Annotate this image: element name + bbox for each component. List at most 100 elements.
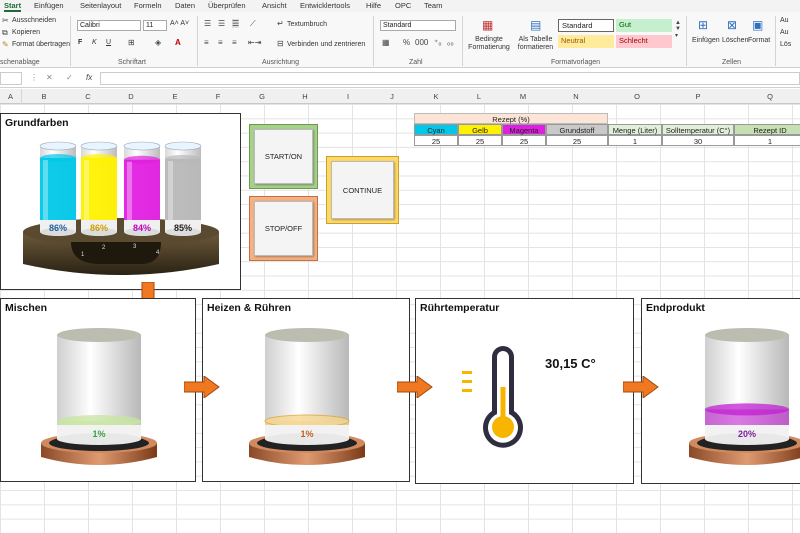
format-painter-button[interactable]: Format übertragen — [12, 41, 70, 48]
copy-button[interactable]: Kopieren — [12, 29, 40, 36]
name-box-dropdown-icon[interactable]: ⋮ — [30, 73, 38, 82]
recipe-value[interactable]: 30 — [662, 135, 734, 146]
insert-cells-button[interactable]: Einfügen — [692, 37, 720, 44]
copy-icon[interactable]: ⧉ — [2, 28, 8, 38]
currency-icon[interactable]: ▦ — [382, 38, 390, 47]
tab-überprüfen[interactable]: Überprüfen — [208, 1, 246, 10]
format-as-table-icon[interactable]: ▤ — [530, 18, 541, 32]
tab-daten[interactable]: Daten — [175, 1, 195, 10]
conditional-format-icon[interactable]: ▦ — [482, 18, 493, 32]
style-schlecht[interactable]: Schlecht — [616, 35, 672, 48]
mischen-panel: Mischen 1% — [0, 298, 196, 482]
align-right-icon[interactable]: ≡ — [232, 38, 237, 47]
start-button[interactable]: START/ON — [254, 129, 313, 184]
font-size-combo[interactable]: 11 — [143, 20, 167, 31]
column-header-m[interactable]: M — [503, 89, 543, 104]
tab-opc[interactable]: OPC — [395, 1, 411, 10]
font-grow-icon[interactable]: A˄ A˅ — [170, 20, 189, 27]
column-header-d[interactable]: D — [111, 89, 151, 104]
tab-formeln[interactable]: Formeln — [134, 1, 162, 10]
autosum-button[interactable]: Au — [780, 17, 789, 24]
style-gut[interactable]: Gut — [616, 19, 672, 32]
conditional-format-button[interactable]: Bedingte Formatierung — [465, 36, 513, 52]
column-header-o[interactable]: O — [617, 89, 657, 104]
number-format-combo[interactable]: Standard — [380, 20, 456, 31]
font-color-icon[interactable]: A — [175, 38, 181, 47]
wrap-text-icon[interactable]: ↵ — [277, 19, 284, 28]
recipe-value[interactable]: 1 — [734, 135, 800, 146]
fx-icon[interactable]: fx — [86, 73, 92, 82]
font-name-combo[interactable]: Calibri — [77, 20, 141, 31]
column-header-b[interactable]: B — [24, 89, 64, 104]
column-header-c[interactable]: C — [68, 89, 108, 104]
borders-icon[interactable]: ⊞ — [128, 38, 135, 47]
name-box[interactable] — [0, 72, 22, 85]
column-header-i[interactable]: I — [328, 89, 368, 104]
column-header-q[interactable]: Q — [750, 89, 790, 104]
column-header-l[interactable]: L — [459, 89, 499, 104]
fill-color-icon[interactable]: ◈ — [155, 38, 161, 47]
formula-input[interactable] — [100, 72, 800, 85]
align-middle-icon[interactable]: ☰ — [218, 19, 225, 28]
insert-cells-icon[interactable]: ⊞ — [698, 18, 708, 32]
column-header-j[interactable]: J — [372, 89, 412, 104]
align-left-icon[interactable]: ≡ — [204, 38, 209, 47]
delete-cells-icon[interactable]: ⊠ — [727, 18, 737, 32]
orientation-icon[interactable]: ⟋ — [250, 19, 256, 29]
italic-button[interactable]: K — [92, 39, 97, 46]
merge-center-button[interactable]: Verbinden und zentrieren — [287, 41, 365, 48]
recipe-value[interactable]: 25 — [546, 135, 608, 146]
align-top-icon[interactable]: ☰ — [204, 19, 211, 28]
recipe-value[interactable]: 25 — [502, 135, 546, 146]
stop-button[interactable]: STOP/OFF — [254, 201, 313, 256]
tab-start[interactable]: Start — [4, 1, 22, 12]
cut-button[interactable]: Ausschneiden — [12, 17, 56, 24]
align-bottom-icon[interactable]: ☰ — [232, 19, 240, 28]
bold-button[interactable]: F — [78, 39, 82, 46]
tab-hilfe[interactable]: Hilfe — [366, 1, 381, 10]
underline-button[interactable]: U — [106, 39, 111, 46]
column-header-a[interactable]: A — [0, 89, 21, 104]
recipe-value[interactable]: 25 — [414, 135, 458, 146]
decimal-increase-icon[interactable]: ⁺₀ — [434, 38, 442, 47]
enter-icon[interactable]: ✓ — [66, 73, 73, 82]
recipe-value[interactable]: 1 — [608, 135, 662, 146]
column-header-h[interactable]: H — [285, 89, 325, 104]
format-painter-icon[interactable]: ✎ — [2, 40, 9, 49]
recipe-col-header: Menge (Liter) — [608, 124, 662, 135]
wrap-text-button[interactable]: Textumbruch — [287, 21, 327, 28]
format-as-table-button[interactable]: Als Tabelle formatieren — [513, 36, 558, 52]
column-header-n[interactable]: N — [556, 89, 596, 104]
thousands-icon[interactable]: 000 — [415, 38, 428, 47]
tab-seitenlayout[interactable]: Seitenlayout — [80, 1, 121, 10]
endprodukt-tank: 20% — [689, 328, 800, 465]
column-header-g[interactable]: G — [242, 89, 282, 104]
recipe-col-header: Grundstoff — [546, 124, 608, 135]
align-center-icon[interactable]: ≡ — [218, 38, 223, 47]
tab-einfügen[interactable]: Einfügen — [34, 1, 64, 10]
clear-button[interactable]: Lös — [780, 41, 791, 48]
fill-button[interactable]: Au — [780, 29, 789, 36]
tab-team[interactable]: Team — [424, 1, 442, 10]
format-cells-icon[interactable]: ▣ — [752, 18, 763, 32]
indent-icon[interactable]: ⇤⇥ — [248, 38, 261, 47]
merge-icon[interactable]: ⊟ — [277, 39, 284, 48]
styles-scroll-icon[interactable]: ▲ ▼ ▾ — [675, 20, 681, 39]
column-header-k[interactable]: K — [416, 89, 456, 104]
decimal-decrease-icon[interactable]: ₀₀ — [447, 38, 454, 47]
style-standard[interactable]: Standard — [558, 19, 614, 32]
column-header-f[interactable]: F — [198, 89, 238, 104]
delete-cells-button[interactable]: Löschen — [722, 37, 748, 44]
tab-entwicklertools[interactable]: Entwicklertools — [300, 1, 350, 10]
percent-icon[interactable]: % — [403, 38, 410, 47]
tab-ansicht[interactable]: Ansicht — [262, 1, 287, 10]
recipe-value[interactable]: 25 — [458, 135, 502, 146]
column-header-e[interactable]: E — [155, 89, 195, 104]
column-header-p[interactable]: P — [678, 89, 718, 104]
continue-button[interactable]: CONTINUE — [331, 161, 394, 219]
alignment-group-title: Ausrichtung — [262, 59, 299, 66]
cancel-icon[interactable]: ✕ — [46, 73, 53, 82]
scissors-icon[interactable]: ✂ — [2, 16, 9, 25]
format-cells-button[interactable]: Format — [748, 37, 770, 44]
style-neutral[interactable]: Neutral — [558, 35, 614, 48]
